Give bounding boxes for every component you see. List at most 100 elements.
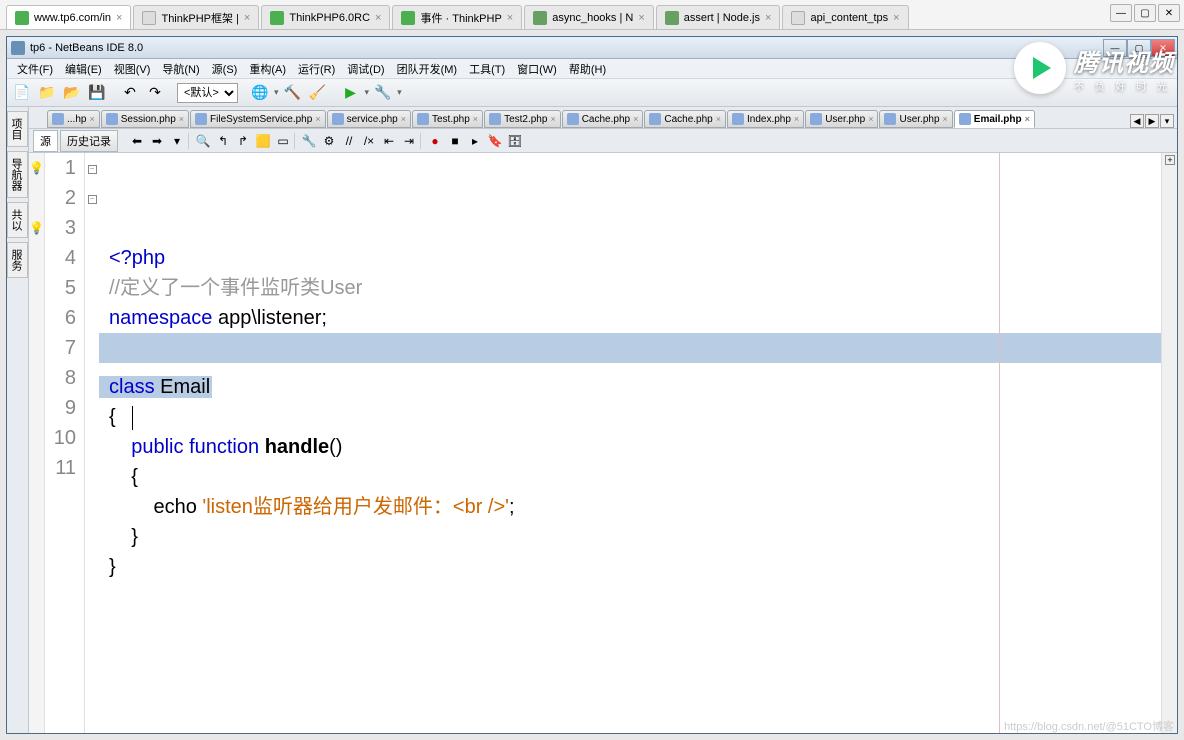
fold-handle[interactable]: − [85, 153, 99, 183]
fix-icon[interactable]: 🔧 [300, 132, 318, 150]
run-icon[interactable]: ▶ [340, 82, 362, 104]
error-stripe[interactable]: + [1161, 153, 1177, 733]
bookmark-icon[interactable]: 🔖 [486, 132, 504, 150]
browser-tab-0[interactable]: www.tp6.com/in× [6, 5, 131, 29]
browser-tab-5[interactable]: assert | Node.js× [656, 5, 781, 29]
highlight-icon[interactable]: 🟨 [254, 132, 272, 150]
browser-tab-6[interactable]: api_content_tps× [782, 5, 908, 29]
find-next-icon[interactable]: ↱ [234, 132, 252, 150]
code-line[interactable]: } [109, 522, 1177, 552]
ide-close[interactable]: ✕ [1151, 39, 1175, 57]
save-all-icon[interactable]: 💾 [86, 82, 108, 104]
menu-运行[interactable]: 运行(R) [292, 59, 341, 79]
find-prev-icon[interactable]: ↰ [214, 132, 232, 150]
browser-tab-1[interactable]: ThinkPHP框架 |× [133, 5, 259, 29]
stop-macro-icon[interactable]: ■ [446, 132, 464, 150]
code-line[interactable]: echo 'listen监听器给用户发邮件：<br />'; [109, 492, 1177, 522]
close-icon[interactable]: × [507, 12, 513, 24]
ide-maximize[interactable]: ▢ [1127, 39, 1151, 57]
nav-back-icon[interactable]: ⬅ [128, 132, 146, 150]
menu-视图[interactable]: 视图(V) [108, 59, 157, 79]
code-line[interactable]: { [109, 402, 1177, 432]
source-view-button[interactable]: 源 [33, 130, 58, 152]
close-icon[interactable]: × [89, 114, 94, 124]
new-project-icon[interactable]: 📁 [36, 82, 58, 104]
uncomment-icon[interactable]: /× [360, 132, 378, 150]
code-line[interactable]: } [109, 552, 1177, 582]
close-icon[interactable]: × [868, 114, 873, 124]
browser-tab-3[interactable]: 事件 · ThinkPHP× [392, 5, 522, 29]
close-icon[interactable]: × [401, 114, 406, 124]
tab-scroll-left[interactable]: ◀ [1130, 114, 1144, 128]
menu-团队开发[interactable]: 团队开发(M) [391, 59, 464, 79]
ide-minimize[interactable]: — [1103, 39, 1127, 57]
record-macro-icon[interactable]: ● [426, 132, 444, 150]
find-icon[interactable]: 🔍 [194, 132, 212, 150]
file-tab-Index.php[interactable]: Index.php× [727, 110, 804, 128]
comment-icon[interactable]: // [340, 132, 358, 150]
globe-icon[interactable]: 🌐 [249, 82, 271, 104]
file-tab-service.php[interactable]: service.php× [327, 110, 411, 128]
format-icon[interactable]: ⚙ [320, 132, 338, 150]
db-icon[interactable]: 🗄 [506, 132, 524, 150]
close-icon[interactable]: × [116, 12, 122, 24]
file-tab-Test.php[interactable]: Test.php× [412, 110, 483, 128]
close-icon[interactable]: × [765, 12, 771, 24]
file-tab-User.php[interactable]: User.php× [805, 110, 878, 128]
menu-导航[interactable]: 导航(N) [156, 59, 205, 79]
file-tab-User.php[interactable]: User.php× [879, 110, 952, 128]
browser-close[interactable]: ✕ [1158, 4, 1180, 22]
close-icon[interactable]: × [375, 12, 381, 24]
config-select[interactable]: <默认> [177, 83, 238, 103]
close-icon[interactable]: × [893, 12, 899, 24]
selection-icon[interactable]: ▭ [274, 132, 292, 150]
close-icon[interactable]: × [315, 114, 320, 124]
close-icon[interactable]: × [550, 114, 555, 124]
redo-icon[interactable]: ↷ [144, 82, 166, 104]
sidebar-tab-0[interactable]: 项目 [7, 111, 28, 147]
sidebar-tab-1[interactable]: 导航器 [7, 151, 28, 198]
close-icon[interactable]: × [1025, 114, 1030, 124]
shift-left-icon[interactable]: ⇤ [380, 132, 398, 150]
open-icon[interactable]: 📂 [61, 82, 83, 104]
menu-帮助[interactable]: 帮助(H) [563, 59, 612, 79]
build-icon[interactable]: 🔨 [282, 82, 304, 104]
code-line[interactable] [99, 333, 1167, 363]
code-line[interactable]: <?php [109, 243, 1177, 273]
code-editor[interactable]: 💡💡 1234567891011 −− <?php//定义了一个事件监听类Use… [29, 153, 1177, 733]
close-icon[interactable]: × [633, 114, 638, 124]
file-tab-Test2.php[interactable]: Test2.php× [484, 110, 561, 128]
dropdown-icon[interactable]: ▾ [168, 132, 186, 150]
history-view-button[interactable]: 历史记录 [60, 130, 118, 152]
file-tab-FileSystemService.php[interactable]: FileSystemService.php× [190, 110, 326, 128]
close-icon[interactable]: × [244, 12, 250, 24]
close-icon[interactable]: × [716, 114, 721, 124]
menu-文件[interactable]: 文件(F) [11, 59, 59, 79]
menu-调试[interactable]: 调试(D) [341, 59, 390, 79]
tab-scroll-right[interactable]: ▶ [1145, 114, 1159, 128]
debug-icon[interactable]: 🔧 [372, 82, 394, 104]
clean-build-icon[interactable]: 🧹 [307, 82, 329, 104]
shift-right-icon[interactable]: ⇥ [400, 132, 418, 150]
file-tab-Cache.php[interactable]: Cache.php× [644, 110, 726, 128]
menu-窗口[interactable]: 窗口(W) [511, 59, 563, 79]
nav-fwd-icon[interactable]: ➡ [148, 132, 166, 150]
new-file-icon[interactable]: 📄 [11, 82, 33, 104]
tab-list[interactable]: ▾ [1160, 114, 1174, 128]
fold-handle[interactable]: − [85, 183, 99, 213]
code-line[interactable]: { [109, 462, 1177, 492]
close-icon[interactable]: × [638, 12, 644, 24]
browser-maximize[interactable]: ▢ [1134, 4, 1156, 22]
code-line[interactable]: namespace app\listener; [109, 303, 1177, 333]
file-tab-...hp[interactable]: ...hp× [47, 110, 100, 128]
play-macro-icon[interactable]: ▸ [466, 132, 484, 150]
close-icon[interactable]: × [943, 114, 948, 124]
code-line[interactable]: public function handle() [109, 432, 1177, 462]
code-line[interactable]: //定义了一个事件监听类User [109, 273, 1177, 303]
browser-tab-4[interactable]: async_hooks | N× [524, 5, 654, 29]
close-icon[interactable]: × [794, 114, 799, 124]
undo-icon[interactable]: ↶ [119, 82, 141, 104]
menu-工具[interactable]: 工具(T) [463, 59, 511, 79]
menu-重构[interactable]: 重构(A) [243, 59, 292, 79]
file-tab-Session.php[interactable]: Session.php× [101, 110, 189, 128]
